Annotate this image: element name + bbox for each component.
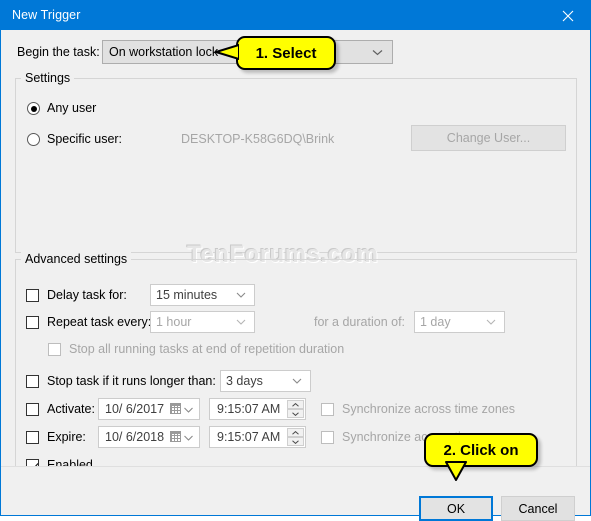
callout-select-tail	[215, 44, 239, 60]
radio-specific-user-label: Specific user:	[47, 132, 123, 146]
expire-time-spin-buttons[interactable]	[287, 428, 304, 446]
begin-task-value: On workstation lock	[109, 45, 219, 59]
delay-task-value: 15 minutes	[156, 288, 218, 302]
checkbox-activate-label: Activate:	[47, 402, 95, 416]
chevron-down-icon	[236, 292, 246, 298]
checkbox-expire-label: Expire:	[47, 430, 86, 444]
checkbox-activate-indicator	[26, 403, 39, 416]
spin-up-icon[interactable]	[287, 428, 304, 437]
spin-down-icon[interactable]	[287, 437, 304, 446]
repeat-interval-combobox[interactable]: 1 hour	[150, 311, 255, 333]
checkbox-delay-task-label: Delay task for:	[47, 288, 127, 302]
delay-task-combobox[interactable]: 15 minutes	[150, 284, 255, 306]
close-button[interactable]	[545, 1, 590, 30]
chevron-down-icon	[184, 407, 193, 413]
window-title: New Trigger	[12, 8, 81, 22]
repeat-duration-combobox[interactable]: 1 day	[414, 311, 505, 333]
checkbox-delay-task-indicator	[26, 289, 39, 302]
close-icon	[562, 10, 573, 21]
expire-time-spinner[interactable]: 9:15:07 AM	[209, 426, 306, 448]
expire-time-value: 9:15:07 AM	[217, 430, 281, 444]
chevron-down-icon	[292, 378, 302, 384]
checkbox-sync-timezones-activate-label: Synchronize across time zones	[342, 402, 515, 416]
spin-up-icon[interactable]	[287, 400, 304, 409]
specific-user-value: DESKTOP-K58G6DQ\Brink	[181, 132, 335, 146]
callout-select: 1. Select	[236, 36, 336, 70]
chevron-down-icon	[372, 50, 383, 56]
callout-click-tail	[445, 461, 467, 481]
repeat-duration-label: for a duration of:	[314, 315, 406, 329]
checkbox-repeat-task-label: Repeat task every:	[47, 315, 152, 329]
chevron-down-icon	[486, 319, 496, 325]
begin-task-label: Begin the task:	[17, 45, 100, 59]
activate-time-value: 9:15:07 AM	[217, 402, 281, 416]
settings-groupbox	[15, 78, 577, 253]
stop-task-duration-combobox[interactable]: 3 days	[220, 370, 311, 392]
title-bar: New Trigger	[1, 1, 590, 30]
expire-date-picker[interactable]: 10/ 6/2018	[98, 426, 200, 448]
activate-date-picker[interactable]: 10/ 6/2017	[98, 398, 200, 420]
chevron-down-icon	[236, 319, 246, 325]
calendar-icon	[170, 431, 181, 442]
checkbox-stop-all-running-tasks-indicator	[48, 343, 61, 356]
radio-specific-user-indicator	[27, 133, 40, 146]
repeat-interval-value: 1 hour	[156, 315, 192, 329]
checkbox-stop-all-running-tasks-label: Stop all running tasks at end of repetit…	[69, 342, 345, 356]
checkbox-stop-task-longer-than-indicator	[26, 375, 39, 388]
checkbox-sync-timezones-expire-indicator	[321, 431, 334, 444]
radio-any-user-indicator	[27, 102, 40, 115]
repeat-duration-value: 1 day	[420, 315, 451, 329]
checkbox-stop-task-longer-than-label: Stop task if it runs longer than:	[47, 374, 216, 388]
stop-task-duration-value: 3 days	[226, 374, 263, 388]
spin-down-icon[interactable]	[287, 409, 304, 418]
cancel-button[interactable]: Cancel	[501, 496, 575, 521]
checkbox-expire-indicator	[26, 431, 39, 444]
radio-any-user-label: Any user	[47, 101, 97, 115]
activate-time-spin-buttons[interactable]	[287, 400, 304, 418]
settings-group-title: Settings	[21, 71, 75, 85]
activate-date-value: 10/ 6/2017	[105, 402, 165, 416]
advanced-settings-group-title: Advanced settings	[21, 252, 132, 266]
checkbox-repeat-task-indicator	[26, 316, 39, 329]
callout-click-on: 2. Click on	[424, 433, 538, 467]
ok-button[interactable]: OK	[419, 496, 493, 521]
expire-date-value: 10/ 6/2018	[105, 430, 165, 444]
chevron-down-icon	[184, 435, 193, 441]
calendar-icon	[170, 403, 181, 414]
activate-time-spinner[interactable]: 9:15:07 AM	[209, 398, 306, 420]
change-user-button[interactable]: Change User...	[411, 125, 566, 151]
checkbox-sync-timezones-activate-indicator	[321, 403, 334, 416]
new-trigger-dialog: New Trigger Begin the task: On workstati…	[0, 0, 591, 521]
